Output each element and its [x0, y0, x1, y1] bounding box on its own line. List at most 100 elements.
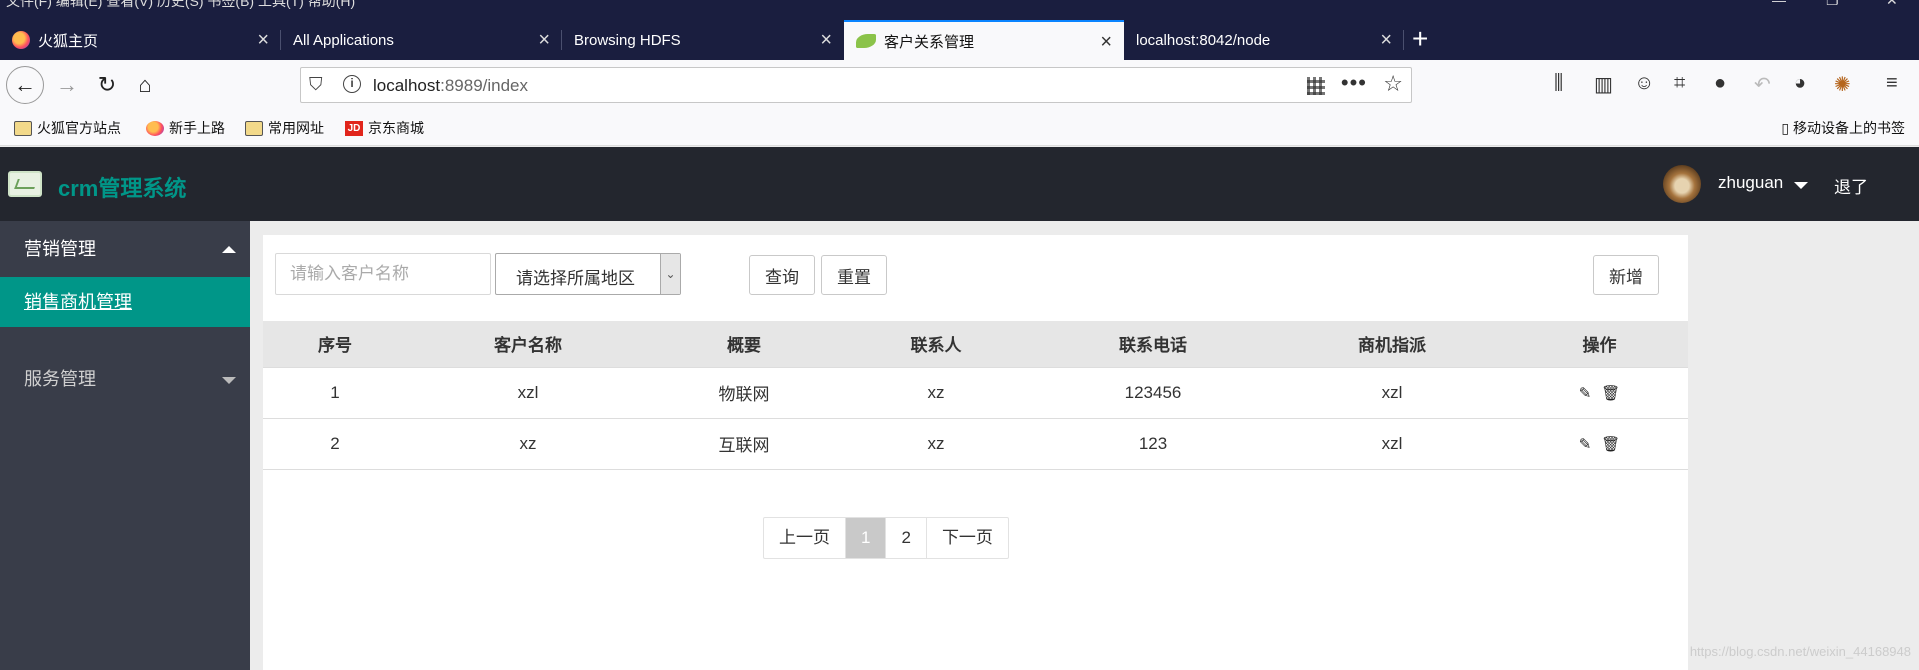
back-icon[interactable]: ← [6, 66, 44, 104]
palette-icon[interactable]: ◕ [1794, 72, 1806, 95]
chevron-down-icon [222, 377, 236, 384]
folder-icon [14, 120, 32, 136]
edit-icon[interactable]: ✎ [1579, 384, 1592, 402]
table-cell: xz [839, 367, 1033, 419]
app-header: crm管理系统 zhuguan 退了 [0, 147, 1919, 221]
sidebar: 营销管理 销售商机管理 服务管理 [0, 221, 250, 670]
bookmark-item[interactable]: 常用网址 [245, 118, 324, 138]
watermark: https://blog.csdn.net/weixin_44168948 [1689, 644, 1911, 659]
extension-icon[interactable]: ✺ [1834, 72, 1851, 97]
tab-close-icon[interactable]: × [257, 29, 269, 52]
column-header: 联系人 [839, 321, 1033, 368]
tab-strip: 火狐主页 × All Applications × Browsing HDFS … [0, 20, 1919, 60]
sidebar-group-marketing[interactable]: 营销管理 [0, 221, 250, 277]
tab-crm[interactable]: 客户关系管理 × [844, 20, 1124, 60]
home-icon[interactable]: ⌂ [128, 68, 162, 102]
table-cell: xzl [407, 367, 649, 419]
app-logo-text[interactable]: crm管理系统 [58, 171, 186, 203]
add-button[interactable]: 新增 [1593, 255, 1659, 295]
region-select-value: 请选择所属地区 [516, 269, 635, 288]
bookmark-item[interactable]: 火狐官方站点 [14, 118, 121, 138]
bookmark-item[interactable]: 新手上路 [146, 118, 225, 138]
sidebar-group-service[interactable]: 服务管理 [0, 351, 250, 407]
table-cell: xz [839, 418, 1033, 470]
page-2-button[interactable]: 2 [886, 518, 927, 558]
spring-leaf-icon [856, 34, 876, 48]
row-actions: ✎ 🗑 [1511, 367, 1688, 419]
column-header: 序号 [263, 321, 407, 368]
tab-close-icon[interactable]: × [1380, 29, 1392, 52]
bookmark-star-icon[interactable]: ☆ [1383, 71, 1403, 97]
tab-close-icon[interactable]: × [1100, 31, 1112, 54]
restore-icon[interactable]: ❐ [1826, 0, 1839, 9]
tab-title: 客户关系管理 [884, 33, 975, 51]
bookmark-item[interactable]: JD 京东商城 [345, 118, 424, 138]
menu-icon[interactable]: ≡ [1886, 72, 1898, 95]
firefox-icon [146, 120, 164, 136]
mobile-bookmarks[interactable]: ▯ 移动设备上的书签 [1781, 118, 1905, 138]
table-row: 1 xzl 物联网 xz 123456 xzl ✎ 🗑 [263, 367, 1688, 419]
url-text[interactable]: localhost:8989/index [373, 76, 528, 96]
minimize-icon[interactable]: — [1772, 0, 1786, 8]
screenshot-icon[interactable]: ⌗ [1674, 72, 1685, 95]
chat-icon[interactable]: ● [1714, 72, 1726, 95]
tab-close-icon[interactable]: × [538, 29, 550, 52]
chevron-down-icon[interactable]: ⌄ [660, 254, 680, 294]
column-header: 操作 [1511, 321, 1688, 368]
tracking-shield-icon[interactable]: ⛉ [309, 74, 323, 95]
account-icon[interactable]: ☺ [1634, 72, 1654, 95]
tab-browsing-hdfs[interactable]: Browsing HDFS × [562, 20, 844, 60]
tab-all-applications[interactable]: All Applications × [281, 20, 562, 60]
undo-icon[interactable]: ↶ [1754, 72, 1771, 97]
table-row: 2 xz 互联网 xz 123 xzl ✎ 🗑 [263, 418, 1688, 470]
window-titlebar: 文件(F) 编辑(E) 查看(V) 历史(S) 书签(B) 工具(T) 帮助(H… [0, 0, 1919, 20]
tab-title: Browsing HDFS [574, 31, 681, 49]
reload-icon[interactable]: ↻ [90, 68, 124, 102]
column-header: 联系电话 [1033, 321, 1273, 368]
table-cell: 互联网 [649, 418, 839, 470]
menubar[interactable]: 文件(F) 编辑(E) 查看(V) 历史(S) 书签(B) 工具(T) 帮助(H… [6, 0, 355, 11]
tab-localhost-node[interactable]: localhost:8042/node × [1124, 20, 1404, 60]
table-cell: xzl [1273, 418, 1511, 470]
chevron-down-icon[interactable] [1794, 182, 1808, 189]
username[interactable]: zhuguan [1718, 173, 1783, 193]
trash-icon[interactable]: 🗑 [1601, 384, 1620, 402]
table-cell: xzl [1273, 367, 1511, 419]
page-actions-icon[interactable]: ••• [1341, 70, 1367, 96]
table-cell: 123 [1033, 418, 1273, 470]
folder-icon [245, 120, 263, 136]
edit-icon[interactable]: ✎ [1579, 435, 1592, 453]
site-info-icon[interactable]: i [343, 75, 361, 93]
customer-name-input[interactable]: 请输入客户名称 [275, 253, 491, 295]
new-tab-icon[interactable]: + [1412, 23, 1428, 55]
page-1-button[interactable]: 1 [846, 518, 887, 558]
column-header: 概要 [649, 321, 839, 368]
library-icon[interactable]: ⫼ [1554, 72, 1563, 95]
table-cell: 2 [263, 418, 407, 470]
tab-title: localhost:8042/node [1136, 31, 1271, 49]
table-cell: 123456 [1033, 367, 1273, 419]
address-bar[interactable]: ⛉ i localhost:8989/index ••• ☆ [300, 67, 1412, 103]
sidebar-item-sales-opportunity[interactable]: 销售商机管理 [0, 277, 250, 327]
tab-firefox-home[interactable]: 火狐主页 × [0, 20, 281, 60]
prev-page-button[interactable]: 上一页 [764, 518, 846, 558]
qr-code-icon[interactable] [1307, 77, 1325, 95]
logo-icon [8, 171, 42, 197]
reset-button[interactable]: 重置 [821, 255, 887, 295]
sidebar-toggle-icon[interactable]: ▥ [1594, 72, 1613, 97]
tab-title: All Applications [293, 31, 394, 49]
logout-link[interactable]: 退了 [1834, 173, 1868, 198]
chevron-up-icon [222, 246, 236, 253]
close-window-icon[interactable]: ✕ [1886, 0, 1898, 9]
firefox-icon [12, 31, 30, 49]
tab-close-icon[interactable]: × [820, 29, 832, 52]
forward-icon[interactable]: → [50, 68, 84, 102]
jd-icon: JD [345, 120, 363, 136]
main-panel: 请输入客户名称 请选择所属地区 ⌄ 查询 重置 新增 序号 客户名称 概要 联系… [263, 235, 1688, 670]
query-button[interactable]: 查询 [749, 255, 815, 295]
next-page-button[interactable]: 下一页 [927, 518, 1008, 558]
trash-icon[interactable]: 🗑 [1601, 435, 1620, 453]
avatar[interactable] [1663, 165, 1701, 203]
table-header-row: 序号 客户名称 概要 联系人 联系电话 商机指派 操作 [263, 321, 1688, 368]
region-select[interactable]: 请选择所属地区 ⌄ [495, 253, 681, 295]
